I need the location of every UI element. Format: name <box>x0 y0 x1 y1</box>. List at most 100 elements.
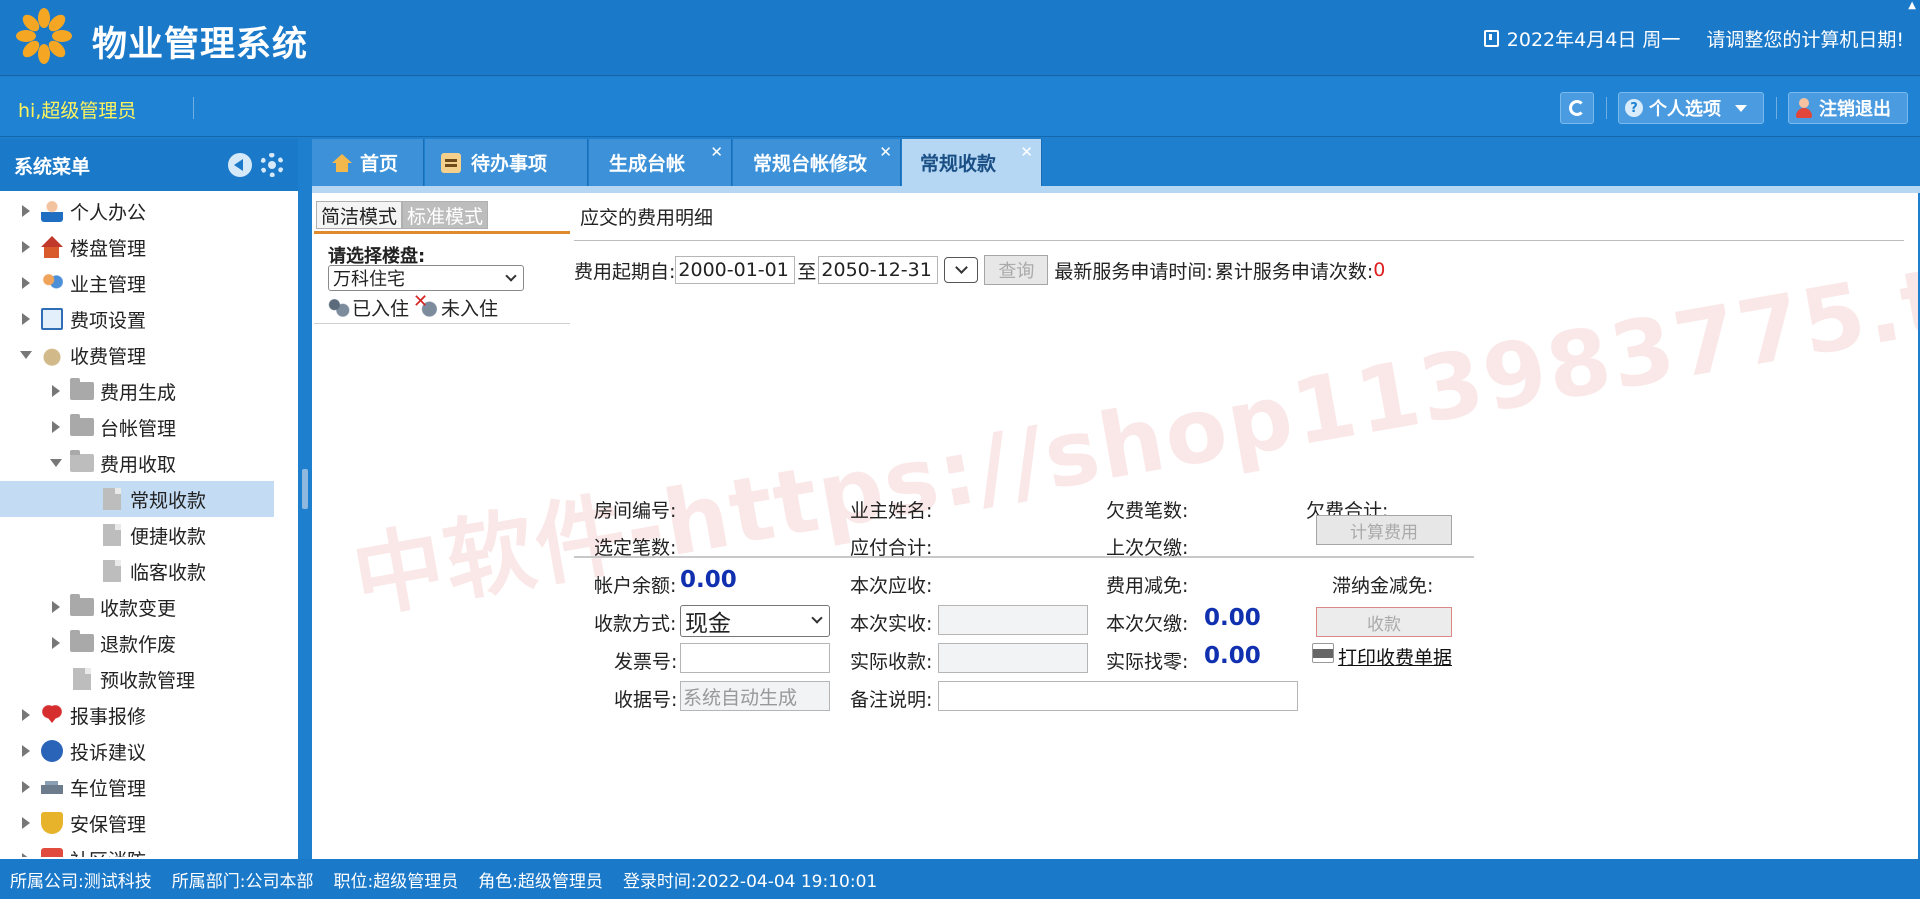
sidebar-item-ledger[interactable]: 台帐管理 <box>0 409 274 445</box>
remark-input[interactable] <box>938 681 1298 711</box>
total-service-count: 0 <box>1373 259 1386 281</box>
logo-icon <box>16 8 72 64</box>
sidebar-item-repairs[interactable]: 报事报修 <box>0 697 274 733</box>
car-icon <box>41 776 63 798</box>
collapse-icon[interactable] <box>50 457 62 469</box>
expand-icon[interactable] <box>50 601 62 613</box>
expand-icon[interactable] <box>50 385 62 397</box>
print-receipt-link[interactable]: 打印收费单据 <box>1338 643 1452 670</box>
expand-icon[interactable] <box>20 853 32 857</box>
sidebar-item-regular-collection[interactable]: 常规收款 <box>0 481 274 517</box>
date-from-label: 费用起期自: <box>574 260 676 283</box>
invoice-input[interactable] <box>680 643 830 673</box>
shield-icon <box>41 812 63 834</box>
mode-standard-tab[interactable]: 标准模式 <box>402 201 489 229</box>
balance-value: 0.00 <box>680 567 737 593</box>
occupancy-legend: 已入住 未入住 <box>326 291 498 321</box>
expand-icon[interactable] <box>50 637 62 649</box>
collapse-sidebar-icon[interactable] <box>228 153 252 177</box>
logout-button[interactable]: 注销退出 <box>1788 92 1908 124</box>
sidebar-item-security[interactable]: 安保管理 <box>0 805 274 841</box>
main-content: 简洁模式 标准模式 请选择楼盘: 万科住宅 已入住 未入住 应交的费用明细 费用… <box>312 193 1918 859</box>
date-warning: 请调整您的计算机日期! <box>1706 29 1904 51</box>
splitter-handle[interactable] <box>302 469 308 509</box>
tab-label: 常规台帐修改 <box>753 153 868 175</box>
close-icon[interactable]: ✕ <box>1020 143 1033 161</box>
end-date-input[interactable]: 2050-12-31 <box>818 256 939 284</box>
sidebar-item-visitor-collection[interactable]: 临客收款 <box>0 553 274 589</box>
sidebar-item-label: 费项设置 <box>70 309 147 332</box>
personal-options-label: 个人选项 <box>1649 99 1721 120</box>
tab-label: 首页 <box>360 153 399 175</box>
building-select-value: 万科住宅 <box>333 269 405 290</box>
home-icon <box>332 153 352 172</box>
expand-icon[interactable] <box>20 745 32 757</box>
expand-icon[interactable] <box>20 241 32 253</box>
document-icon <box>100 524 122 546</box>
expand-icon[interactable] <box>20 709 32 721</box>
greeting: hi,超级管理员 <box>18 100 137 122</box>
folder-icon <box>70 594 94 618</box>
start-date-input[interactable]: 2000-01-01 <box>675 256 796 284</box>
mode-simple-tab[interactable]: 简洁模式 <box>316 201 403 229</box>
tab-label: 待办事项 <box>471 153 548 175</box>
sidebar-item-fire-safety[interactable]: 社区消防 <box>0 841 274 857</box>
pay-method-select[interactable]: 现金 <box>680 605 830 637</box>
sidebar-item-owners[interactable]: 业主管理 <box>0 265 274 301</box>
tab-regular-collection[interactable]: 常规收款 ✕ <box>902 139 1042 186</box>
expand-icon[interactable] <box>20 205 32 217</box>
collect-button[interactable]: 收款 <box>1316 607 1452 637</box>
sidebar-item-personal-office[interactable]: 个人办公 <box>0 193 274 229</box>
actual-received-input[interactable] <box>938 643 1088 673</box>
refresh-button[interactable] <box>1560 92 1594 124</box>
chevron-down-icon[interactable] <box>944 257 979 283</box>
sidebar-item-charges[interactable]: 收费管理 <box>0 337 274 373</box>
collapse-header-icon[interactable]: ▲ <box>1908 0 1916 11</box>
sidebar-splitter[interactable] <box>300 139 312 859</box>
tab-todo[interactable]: 待办事项 <box>425 139 588 186</box>
sidebar-item-fee-settings[interactable]: 费项设置 <box>0 301 274 337</box>
total-service-label: 累计服务申请次数: <box>1214 260 1374 283</box>
current-received-input[interactable] <box>938 605 1088 635</box>
sidebar-item-complaints[interactable]: 投诉建议 <box>0 733 274 769</box>
occupied-icon <box>326 296 350 319</box>
sidebar-item-label: 报事报修 <box>70 705 147 728</box>
sidebar-title: 系统菜单 <box>14 155 91 178</box>
query-button[interactable]: 查询 <box>984 255 1049 285</box>
sidebar-item-refund-void[interactable]: 退款作废 <box>0 625 274 661</box>
sidebar-item-prepayment[interactable]: 预收款管理 <box>0 661 274 697</box>
close-icon[interactable]: ✕ <box>710 143 723 161</box>
personal-options-button[interactable]: ? 个人选项 <box>1618 92 1764 124</box>
current-date: 2022年4月4日 周一 <box>1506 29 1681 51</box>
owners-icon <box>41 272 63 294</box>
payment-form: 房间编号: 业主姓名: 欠费笔数: 欠费合计: 选定笔数: 应付合计: 上次欠缴… <box>574 481 1624 859</box>
close-icon[interactable]: ✕ <box>879 143 892 161</box>
building-select[interactable]: 万科住宅 <box>328 265 524 291</box>
fire-icon <box>41 848 63 857</box>
expand-icon[interactable] <box>20 277 32 289</box>
sidebar-item-payment-change[interactable]: 收款变更 <box>0 589 274 625</box>
todo-icon <box>441 152 461 173</box>
sidebar-item-label: 投诉建议 <box>70 741 147 764</box>
sidebar-item-fee-generation[interactable]: 费用生成 <box>0 373 274 409</box>
tab-generate-ledger[interactable]: 生成台帐 ✕ <box>589 139 732 186</box>
house-icon <box>41 236 63 258</box>
collapse-icon[interactable] <box>20 349 32 361</box>
tab-home[interactable]: 首页 <box>312 139 424 186</box>
expand-icon[interactable] <box>50 421 62 433</box>
sidebar-item-label: 收款变更 <box>100 597 177 620</box>
calculate-fee-button[interactable]: 计算费用 <box>1316 515 1452 545</box>
expand-icon[interactable] <box>20 781 32 793</box>
change-label: 实际找零: <box>1106 651 1189 673</box>
sidebar-item-fee-collection[interactable]: 费用收取 <box>0 445 274 481</box>
gear-icon[interactable] <box>260 153 284 177</box>
tab-ledger-edit[interactable]: 常规台帐修改 ✕ <box>733 139 901 186</box>
sidebar-item-quick-collection[interactable]: 便捷收款 <box>0 517 274 553</box>
sidebar-item-label: 台帐管理 <box>100 417 177 440</box>
folder-icon <box>70 414 94 438</box>
expand-icon[interactable] <box>20 313 32 325</box>
sidebar-item-parking[interactable]: 车位管理 <box>0 769 274 805</box>
receipt-input[interactable]: 系统自动生成 <box>680 681 830 711</box>
sidebar-item-buildings[interactable]: 楼盘管理 <box>0 229 274 265</box>
expand-icon[interactable] <box>20 817 32 829</box>
